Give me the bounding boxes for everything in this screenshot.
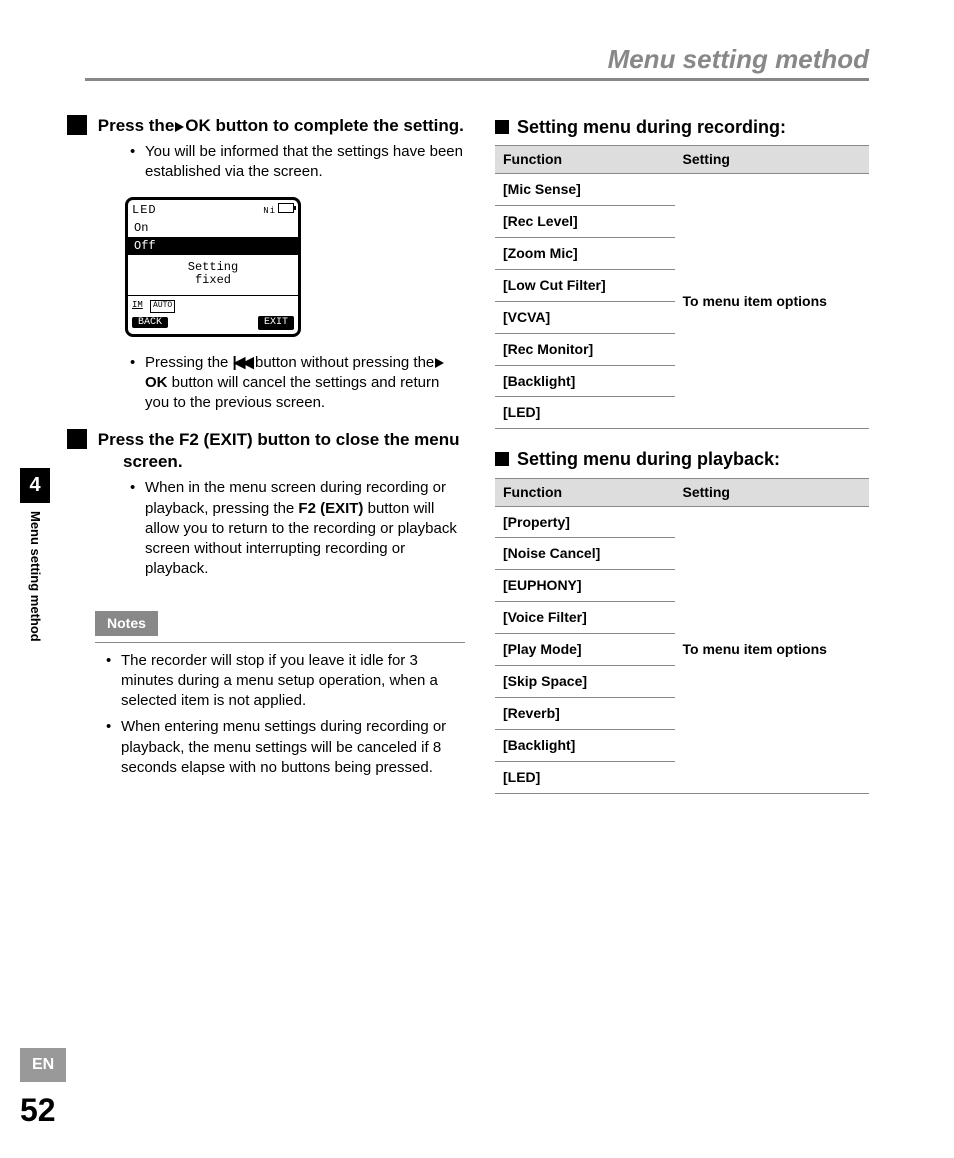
recording-setting: To menu item options — [675, 174, 869, 429]
lcd-title: LED — [132, 202, 157, 218]
notes-rule — [95, 642, 465, 643]
playback-setting: To menu item options — [675, 506, 869, 793]
table-row: [Property] — [495, 506, 675, 538]
table-row: [Play Mode] — [495, 634, 675, 666]
notes-list: The recorder will stop if you leave it i… — [95, 651, 465, 779]
step-number-7: 7 — [67, 115, 87, 135]
table-row: [Rec Monitor] — [495, 333, 675, 365]
recording-table: Function Setting [Mic Sense] To menu ite… — [495, 145, 869, 429]
table-row: [LED] — [495, 761, 675, 793]
table-row: [Zoom Mic] — [495, 237, 675, 269]
lcd-screenshot: LED Ni On Off Setting fixed IM AUTO BACK… — [125, 197, 301, 336]
step-7: 7 Press theOK button to complete the set… — [95, 115, 465, 414]
th-function: Function — [495, 478, 675, 506]
table-row: [Backlight] — [495, 365, 675, 397]
lcd-back-key: BACK — [132, 317, 168, 328]
notes-label: Notes — [95, 611, 158, 636]
table-row: [Rec Level] — [495, 206, 675, 238]
square-bullet-icon — [495, 452, 509, 466]
lcd-ni: Ni — [263, 206, 276, 216]
lcd-auto: AUTO — [150, 300, 175, 313]
lcd-option-off: Off — [128, 237, 298, 255]
note-1: The recorder will stop if you leave it i… — [121, 651, 465, 712]
step7-text-c: button to complete the setting. — [211, 116, 464, 135]
table-row: [Backlight] — [495, 729, 675, 761]
step8-bullet: When in the menu screen during recording… — [145, 478, 465, 579]
th-setting: Setting — [675, 478, 869, 506]
play-icon — [435, 358, 444, 368]
lcd-option-on: On — [128, 219, 298, 237]
side-tab: 4 Menu setting method — [20, 468, 50, 648]
prev-icon: |◀◀ — [233, 353, 251, 373]
table-row: [Noise Cancel] — [495, 538, 675, 570]
step7-ok: OK — [185, 116, 211, 135]
play-icon — [175, 122, 184, 132]
language-badge: EN — [20, 1048, 66, 1082]
table-row: [LED] — [495, 397, 675, 429]
recording-section-head: Setting menu during recording: — [495, 115, 869, 139]
table-row: [Skip Space] — [495, 665, 675, 697]
playback-table: Function Setting [Property] To menu item… — [495, 478, 869, 794]
side-section-label: Menu setting method — [26, 511, 44, 642]
table-row: [VCVA] — [495, 301, 675, 333]
lcd-exit-key: EXIT — [258, 316, 294, 330]
page-number: 52 — [20, 1089, 56, 1132]
lcd-msg1: Setting — [188, 260, 238, 274]
table-row: [Voice Filter] — [495, 602, 675, 634]
header-rule — [85, 78, 869, 81]
note-2: When entering menu settings during recor… — [121, 717, 465, 778]
lcd-im: IM — [132, 300, 143, 310]
table-row: [Reverb] — [495, 697, 675, 729]
step-number-8: 8 — [67, 429, 87, 449]
table-row: [Low Cut Filter] — [495, 269, 675, 301]
th-setting: Setting — [675, 146, 869, 174]
lcd-msg2: fixed — [195, 273, 231, 287]
playback-section-head: Setting menu during playback: — [495, 447, 869, 471]
step7-text-a: Press the — [98, 116, 175, 135]
battery-icon — [278, 203, 294, 213]
step7-bullet1: You will be informed that the settings h… — [145, 142, 465, 183]
th-function: Function — [495, 146, 675, 174]
chapter-number: 4 — [20, 468, 50, 503]
step-8: 8 Press the F2 (EXIT) button to close th… — [95, 429, 465, 580]
page-title: Menu setting method — [608, 42, 869, 77]
square-bullet-icon — [495, 120, 509, 134]
table-row: [EUPHONY] — [495, 570, 675, 602]
step7-bullet2: Pressing the |◀◀ button without pressing… — [145, 353, 465, 414]
table-row: [Mic Sense] — [495, 174, 675, 206]
